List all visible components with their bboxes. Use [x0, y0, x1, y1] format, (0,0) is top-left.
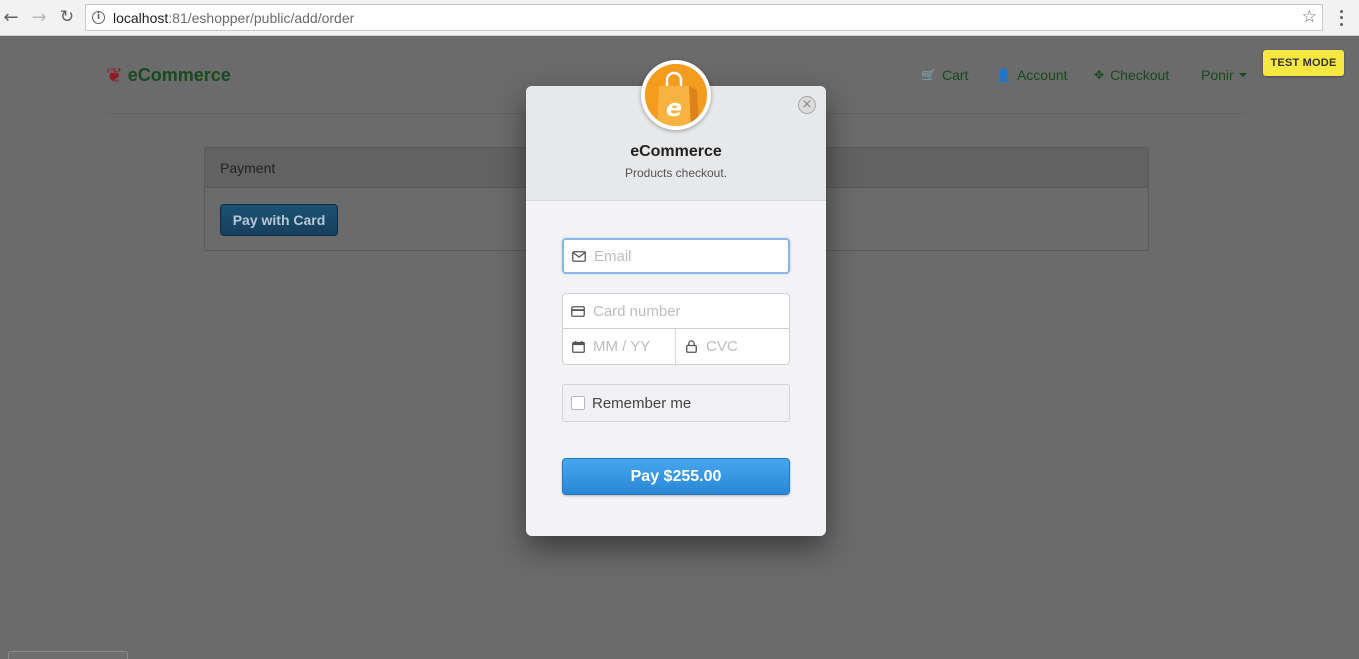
- nav-account-label: Account: [1016, 67, 1068, 83]
- nav-cart[interactable]: 🛒 Cart: [921, 67, 968, 83]
- user-icon: 👤: [996, 68, 1011, 82]
- address-bar[interactable]: i localhost:81/eshopper/public/add/order…: [85, 4, 1323, 31]
- email-input[interactable]: [594, 240, 784, 272]
- remember-me-toggle[interactable]: Remember me: [562, 384, 790, 422]
- remember-me-label: Remember me: [592, 394, 692, 412]
- shopping-bag-icon: e: [645, 64, 707, 126]
- leaf-logo-icon: ❦: [106, 63, 123, 87]
- url-text: localhost:81/eshopper/public/add/order: [113, 10, 354, 26]
- test-mode-badge: TEST MODE: [1263, 50, 1344, 76]
- cvc-field[interactable]: [675, 329, 790, 365]
- checkout-modal: × eCommerce Products checkout. Remember …: [526, 86, 826, 536]
- site-brand[interactable]: ❦ eCommerce: [106, 63, 231, 87]
- pay-button[interactable]: Pay $255.00: [562, 458, 790, 495]
- pay-with-card-button[interactable]: Pay with Card: [220, 204, 338, 236]
- info-icon[interactable]: i: [92, 11, 105, 24]
- url-path: :81/eshopper/public/add/order: [168, 10, 355, 26]
- forward-arrow-icon[interactable]: →: [28, 6, 50, 28]
- cvc-input[interactable]: [706, 329, 786, 364]
- mail-icon: [564, 250, 594, 262]
- close-icon[interactable]: ×: [798, 96, 816, 114]
- card-number-field[interactable]: [562, 293, 790, 329]
- back-arrow-icon[interactable]: ←: [0, 6, 22, 28]
- remember-me-checkbox[interactable]: [571, 396, 585, 410]
- more-vert-icon[interactable]: [1333, 8, 1349, 28]
- nav-checkout-label: Checkout: [1110, 67, 1170, 83]
- nav-account[interactable]: 👤 Account: [996, 67, 1068, 83]
- expiry-input[interactable]: [593, 329, 673, 364]
- brand-name: eCommerce: [127, 64, 231, 85]
- cart-icon: 🛒: [921, 68, 936, 82]
- caret-down-icon: [1238, 73, 1247, 77]
- merchant-logo: e: [641, 60, 711, 130]
- modal-title: eCommerce: [630, 143, 722, 160]
- star-icon[interactable]: ☆: [1302, 7, 1317, 27]
- email-field[interactable]: [562, 238, 790, 274]
- calendar-icon: [563, 340, 593, 353]
- svg-text:e: e: [666, 94, 682, 122]
- browser-toolbar: ← → ↻ i localhost:81/eshopper/public/add…: [0, 0, 1359, 36]
- url-host: localhost: [113, 10, 169, 26]
- expiry-field[interactable]: [562, 329, 676, 365]
- nav-user-dropdown[interactable]: Ponir: [1201, 67, 1247, 83]
- modal-subtitle: Products checkout.: [624, 166, 728, 180]
- lock-icon: [676, 340, 706, 353]
- nav-user-label: Ponir: [1201, 67, 1234, 83]
- nav-checkout[interactable]: ✥ Checkout: [1094, 67, 1169, 83]
- nav-cart-label: Cart: [941, 67, 969, 83]
- bottom-tab: [8, 651, 128, 659]
- card-icon: [563, 305, 593, 317]
- reload-icon[interactable]: ↻: [56, 6, 78, 28]
- crosshair-icon: ✥: [1094, 68, 1105, 82]
- card-number-input[interactable]: [593, 294, 783, 328]
